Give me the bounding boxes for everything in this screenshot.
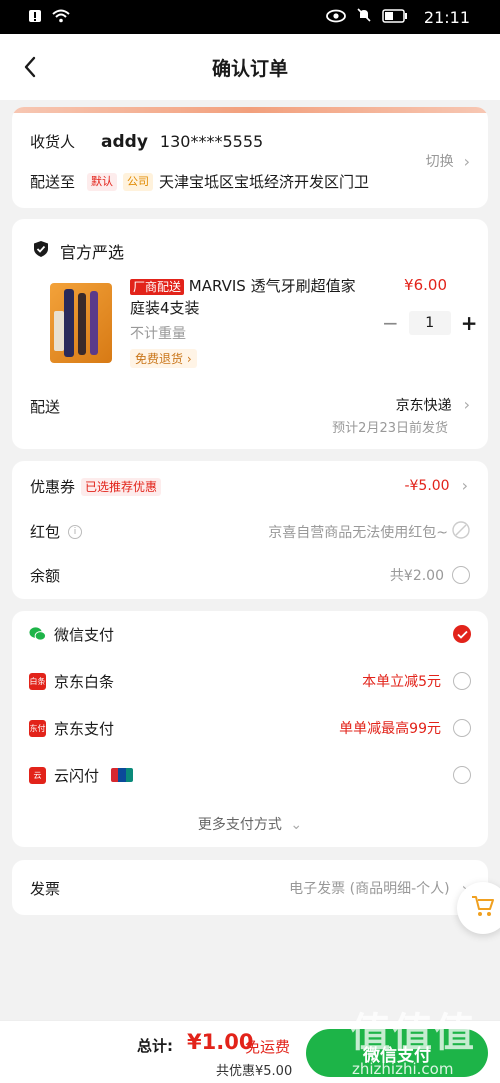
vendor-delivery-badge: 厂商配送: [130, 279, 185, 295]
quickpass-icon: 云: [29, 766, 46, 784]
shop-name: 官方严选: [60, 243, 125, 262]
jdpay-icon: 东付: [29, 719, 46, 737]
delivery-eta: 预计2月23日前发货: [332, 421, 448, 436]
address-stripe: [12, 107, 488, 113]
payment-option-wechat[interactable]: 微信支付: [29, 619, 471, 649]
mute-bell-icon: [356, 7, 372, 27]
payment-radio[interactable]: [453, 672, 471, 690]
chevron-right-icon: ›: [463, 151, 470, 171]
more-payments-link[interactable]: 更多支付方式 ⌄: [12, 814, 488, 834]
cart-icon: [470, 894, 496, 922]
payment-label: 京东支付: [54, 719, 115, 738]
coupon-row[interactable]: 优惠券 已选推荐优惠: [30, 476, 162, 497]
chevron-down-icon: ⌄: [290, 817, 303, 833]
chevron-right-icon: ›: [461, 476, 468, 495]
baitiao-icon: 白条: [29, 672, 46, 690]
watermark-url: zhizhizhi.com: [352, 1060, 454, 1078]
back-icon[interactable]: [18, 52, 46, 82]
payment-option-unionpay[interactable]: 云 云闪付: [29, 760, 471, 790]
payment-option-baitiao[interactable]: 白条 京东白条 本单立减5元: [29, 666, 471, 696]
wifi-icon: [52, 8, 70, 27]
alert-icon: [28, 8, 42, 27]
deliver-to-label: 配送至: [30, 173, 76, 191]
delivery-address: 天津宝坻区宝坻经济开发区门卫: [159, 173, 370, 191]
redpacket-value: 京喜自营商品无法使用红包~: [268, 525, 448, 541]
clock: 21:11: [423, 7, 470, 27]
product-price: ¥6.00: [404, 276, 447, 294]
switch-address-label[interactable]: 切换: [426, 151, 454, 171]
product-weight: 不计重量: [130, 326, 186, 342]
payment-radio[interactable]: [453, 719, 471, 737]
more-payments-label: 更多支付方式: [197, 817, 282, 833]
total-saved: 共优惠¥5.00: [216, 1064, 293, 1079]
delivery-label: 配送: [30, 398, 61, 416]
chevron-right-icon: ›: [463, 395, 470, 414]
discounts-card: 优惠券 已选推荐优惠 -¥5.00 › 红包 i 京喜自营商品无法使用红包~ 余…: [12, 461, 488, 599]
quantity-input[interactable]: 1: [408, 311, 451, 335]
invoice-value: 电子发票 (商品明细-个人): [289, 881, 450, 897]
floating-cart-button[interactable]: [457, 882, 500, 934]
payment-label: 京东白条: [54, 672, 115, 691]
selected-radio-icon[interactable]: [453, 625, 471, 643]
receiver-phone: 130****5555: [159, 132, 264, 151]
payment-label: 云闪付: [54, 766, 100, 785]
invoice-card[interactable]: 发票 电子发票 (商品明细-个人) ›: [12, 860, 488, 915]
delivery-method: 京东快递: [395, 398, 452, 414]
product-image[interactable]: [50, 283, 112, 363]
coupon-value: -¥5.00: [404, 477, 450, 494]
receiver-name: addy: [101, 131, 148, 152]
page-title: 确认订单: [211, 57, 288, 80]
balance-label: 余额: [30, 567, 61, 585]
nav-bar: 确认订单: [0, 34, 500, 100]
balance-value: 共¥2.00: [389, 568, 444, 584]
payment-label: 微信支付: [54, 625, 115, 644]
order-item-card: 官方严选 厂商配送 MARVIS 透气牙刷超值家庭装4支装 ¥6.00 不计重量…: [12, 219, 488, 449]
address-card[interactable]: 收货人 addy 130****5555 切换 › 配送至 默认 公司 天津宝坻…: [12, 107, 488, 208]
free-return-tag[interactable]: 免费退货 ›: [130, 349, 197, 368]
battery-icon: [382, 8, 408, 27]
status-bar: 21:11: [0, 0, 500, 34]
total-label: 总计:: [137, 1037, 173, 1055]
balance-radio[interactable]: [452, 566, 470, 584]
invoice-label: 发票: [30, 880, 61, 898]
recommended-coupon-tag: 已选推荐优惠: [81, 477, 162, 496]
quantity-increase-button[interactable]: +: [461, 311, 478, 335]
payment-note: 本单立减5元: [362, 674, 441, 690]
payment-option-jdpay[interactable]: 东付 京东支付 单单减最高99元: [29, 713, 471, 743]
receiver-label: 收货人: [30, 133, 76, 151]
coupon-label: 优惠券: [30, 478, 76, 496]
wechat-icon: [29, 626, 46, 643]
delivery-option[interactable]: 京东快递 › 预计2月23日前发货: [332, 395, 470, 436]
info-icon[interactable]: i: [68, 524, 83, 539]
watermark: 值值值: [350, 1010, 476, 1056]
eye-icon: [325, 8, 346, 27]
default-tag: 默认: [87, 172, 118, 191]
unionpay-logo-icon: [111, 768, 133, 782]
redpacket-label: 红包: [30, 523, 61, 541]
disabled-radio-icon: [452, 521, 470, 543]
payment-radio[interactable]: [453, 766, 471, 784]
free-shipping-label: 免运费: [245, 1038, 291, 1056]
payment-methods-card: 微信支付 白条 京东白条 本单立减5元 东付 京东支付 单单减最高99元 云 云…: [12, 611, 488, 847]
shield-check-icon: [32, 240, 50, 262]
payment-note: 单单减最高99元: [339, 721, 441, 737]
quantity-decrease-button[interactable]: −: [382, 311, 399, 335]
company-tag: 公司: [123, 172, 154, 191]
total-value: ¥1.00: [187, 1030, 254, 1054]
